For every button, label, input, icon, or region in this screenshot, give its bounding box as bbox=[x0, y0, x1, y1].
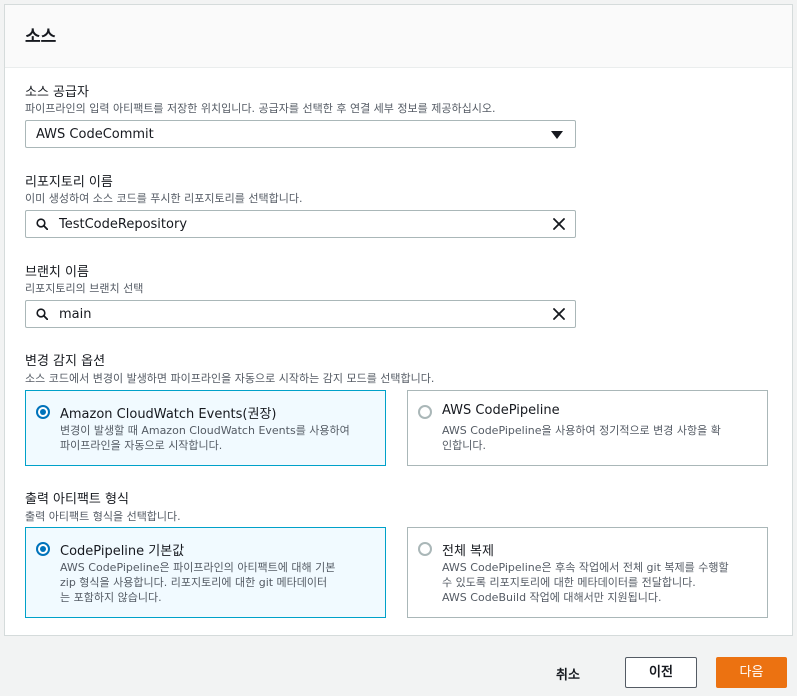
option-description-line: AWS CodePipeline은 파이프라인의 아티팩트에 대해 기본 bbox=[60, 561, 336, 574]
option-description-line: 인합니다. bbox=[442, 439, 486, 452]
search-icon bbox=[36, 218, 48, 230]
clear-icon[interactable] bbox=[553, 308, 565, 320]
option-description: AWS CodePipeline은 후속 작업에서 전체 git 복제를 수행할… bbox=[442, 560, 729, 605]
change-detection-description: 소스 코드에서 변경이 발생하면 파이프라인을 자동으로 시작하는 감지 모드를… bbox=[25, 372, 435, 385]
source-provider-value: AWS CodeCommit bbox=[36, 127, 154, 142]
option-description: 변경이 발생할 때 Amazon CloudWatch Events를 사용하여… bbox=[60, 423, 350, 453]
branch-description: 리포지토리의 브랜치 선택 bbox=[25, 282, 144, 295]
branch-label: 브랜치 이름 bbox=[25, 265, 89, 280]
caret-down-icon bbox=[551, 131, 563, 139]
previous-button[interactable]: 이전 bbox=[625, 657, 697, 688]
option-title: 전체 복제 bbox=[442, 544, 494, 559]
option-description-line: AWS CodePipeline을 사용하여 정기적으로 변경 사항을 확 bbox=[442, 424, 721, 437]
option-description-line: AWS CodeBuild 작업에 대해서만 지원됩니다. bbox=[442, 591, 662, 604]
panel-title: 소스 bbox=[25, 27, 57, 47]
artifact-format-description: 출력 아티팩트 형식을 선택합니다. bbox=[25, 510, 181, 523]
option-cloudwatch-events[interactable]: Amazon CloudWatch Events(권장) 변경이 발생할 때 A… bbox=[25, 390, 386, 466]
source-provider-description: 파이프라인의 입력 아티팩트를 저장한 위치입니다. 공급자를 선택한 후 연결… bbox=[25, 102, 496, 115]
radio-checked-icon[interactable] bbox=[36, 542, 50, 556]
option-title: CodePipeline 기본값 bbox=[60, 544, 185, 559]
radio-unchecked-icon[interactable] bbox=[418, 542, 432, 556]
source-panel: 소스 소스 공급자 파이프라인의 입력 아티팩트를 저장한 위치입니다. 공급자… bbox=[4, 4, 793, 636]
option-description-line: AWS CodePipeline은 후속 작업에서 전체 git 복제를 수행할 bbox=[442, 561, 729, 574]
change-detection-label: 변경 감지 옵션 bbox=[25, 354, 106, 369]
repository-label: 리포지토리 이름 bbox=[25, 175, 113, 190]
option-description: AWS CodePipeline을 사용하여 정기적으로 변경 사항을 확 인합… bbox=[442, 423, 721, 453]
radio-unchecked-icon[interactable] bbox=[418, 405, 432, 419]
repository-value: TestCodeRepository bbox=[59, 217, 188, 232]
option-codepipeline-default[interactable]: CodePipeline 기본값 AWS CodePipeline은 파이프라인… bbox=[25, 527, 386, 618]
option-description-line: 는 포함하지 않습니다. bbox=[60, 591, 162, 604]
next-button[interactable]: 다음 bbox=[716, 657, 787, 688]
option-description-line: 수 있도록 리포지토리에 대한 메타데이터를 전달합니다. bbox=[442, 576, 696, 589]
branch-value: main bbox=[59, 307, 92, 322]
option-description-line: 파이프라인을 자동으로 시작합니다. bbox=[60, 439, 223, 452]
option-title: Amazon CloudWatch Events(권장) bbox=[60, 407, 277, 422]
search-icon bbox=[36, 308, 48, 320]
option-title: AWS CodePipeline bbox=[442, 403, 560, 418]
branch-input[interactable]: main bbox=[25, 300, 576, 328]
panel-header: 소스 bbox=[5, 5, 792, 68]
option-description: AWS CodePipeline은 파이프라인의 아티팩트에 대해 기본 zip… bbox=[60, 560, 335, 605]
clear-icon[interactable] bbox=[553, 218, 565, 230]
repository-input[interactable]: TestCodeRepository bbox=[25, 210, 576, 238]
cancel-button[interactable]: 취소 bbox=[556, 664, 580, 683]
radio-checked-icon[interactable] bbox=[36, 405, 50, 419]
option-description-line: zip 형식을 사용합니다. 리포지토리에 대한 git 메타데이터 bbox=[60, 576, 328, 589]
option-description-line: 변경이 발생할 때 Amazon CloudWatch Events를 사용하여 bbox=[60, 424, 350, 437]
artifact-format-label: 출력 아티팩트 형식 bbox=[25, 492, 129, 507]
source-provider-select[interactable]: AWS CodeCommit bbox=[25, 120, 576, 148]
option-codepipeline-polling[interactable]: AWS CodePipeline AWS CodePipeline을 사용하여 … bbox=[407, 390, 768, 466]
source-provider-label: 소스 공급자 bbox=[25, 85, 89, 100]
option-full-clone[interactable]: 전체 복제 AWS CodePipeline은 후속 작업에서 전체 git 복… bbox=[407, 527, 768, 618]
repository-description: 이미 생성하여 소스 코드를 푸시한 리포지토리를 선택합니다. bbox=[25, 192, 303, 205]
